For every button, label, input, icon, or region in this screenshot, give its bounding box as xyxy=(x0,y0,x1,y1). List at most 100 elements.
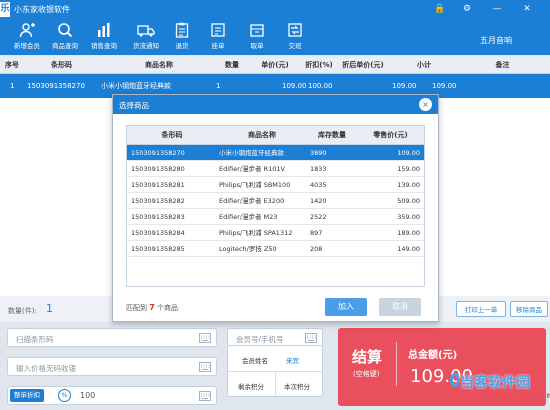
column-header: 条形码 xyxy=(161,131,183,139)
cell-barcode: 1503091358270 xyxy=(27,82,85,90)
member-info-panel: 会员姓名 来宾 剩余积分 本次积分 xyxy=(227,345,323,397)
cell-price: 159.00 xyxy=(397,165,420,173)
column-header: 零售价(元) xyxy=(373,131,408,139)
product-row[interactable]: 1503091358283 Edifier/漫步者 M23 2522 359.0… xyxy=(127,209,424,225)
cell-price: 359.00 xyxy=(397,213,420,221)
toolbar-shift-handover[interactable]: 交班 xyxy=(276,21,314,53)
cell-name: Philips/飞利浦 SBM100 xyxy=(219,181,291,189)
manual-price-input[interactable]: 输入价格无码收银 xyxy=(7,357,217,376)
close-button[interactable]: ✕ xyxy=(520,3,534,15)
toolbar-label: 取单 xyxy=(250,42,264,50)
app-logo-icon: 乐 xyxy=(0,2,10,17)
product-row[interactable]: 1503091358281 Philips/飞利浦 SBM100 4035 13… xyxy=(127,177,424,193)
column-header: 商品名称 xyxy=(145,61,173,69)
cell-stock: 3890 xyxy=(310,149,327,157)
settings-icon[interactable]: ⚙ xyxy=(460,3,474,15)
product-row[interactable]: 1503091358282 Edifier/漫步者 E3200 1420 509… xyxy=(127,193,424,209)
member-name-label: 会员姓名 xyxy=(242,357,268,365)
product-row[interactable]: 1503091358280 Edifier/漫步者 R101V 1833 159… xyxy=(127,161,424,177)
keyboard-icon[interactable] xyxy=(199,391,211,401)
toolbar-label: 商品查询 xyxy=(52,42,78,50)
cell-barcode: 1503091358284 xyxy=(131,229,185,237)
column-header: 库存数量 xyxy=(318,131,346,139)
cell-name: Edifier/漫步者 M23 xyxy=(219,213,278,221)
toolbar-hold-order[interactable]: 挂单 xyxy=(199,21,237,53)
close-icon[interactable]: × xyxy=(419,98,432,111)
add-button[interactable]: 加入 xyxy=(325,298,367,316)
divider xyxy=(275,372,276,396)
cell-price: 149.00 xyxy=(397,245,420,253)
toolbar-retrieve-order[interactable]: 取单 xyxy=(238,21,276,53)
watermark-url: www.downkr.com xyxy=(476,391,550,400)
cell-index: 1 xyxy=(10,82,15,90)
remove-item-button[interactable]: 移除商品 xyxy=(510,301,548,317)
column-header: 商品名称 xyxy=(248,131,276,139)
manual-price-placeholder: 输入价格无码收银 xyxy=(16,364,76,373)
toolbar: 新增会员 商品查询 销售查询 货流通知 退货 挂单 取单 交班 五月音响 xyxy=(0,19,550,55)
cell-stock: 1833 xyxy=(310,165,327,173)
toolbar-label: 退货 xyxy=(175,42,189,50)
match-count-text: 匹配到 7 个商品 xyxy=(126,303,178,313)
handover-icon xyxy=(288,23,302,37)
watermark-logo-icon xyxy=(450,373,460,387)
cell-barcode: 1503091358270 xyxy=(131,149,185,157)
cell-barcode: 1503091358281 xyxy=(131,181,185,189)
truck-icon xyxy=(137,25,155,37)
keyboard-icon[interactable] xyxy=(199,362,211,372)
dialog-header: 选择商品 × xyxy=(113,95,438,114)
total-amount-label: 总金额(元) xyxy=(408,350,458,361)
product-row[interactable]: 1503091358284 Philips/飞利浦 SPA1312 897 18… xyxy=(127,225,424,241)
column-header: 条形码 xyxy=(51,61,72,69)
barcode-scan-placeholder: 扫描条形码 xyxy=(16,335,54,344)
column-header: 小计 xyxy=(417,61,431,69)
toolbar-return-goods[interactable]: 退货 xyxy=(163,21,201,53)
current-points-label: 本次积分 xyxy=(284,383,310,391)
cell-stock: 2522 xyxy=(310,213,327,221)
checkout-label: 结算 xyxy=(352,348,383,366)
product-row[interactable]: 1503091358270 小米小钢炮蓝牙经典款 3890 109.00 xyxy=(127,145,424,161)
app-title: 小东家收银软件 xyxy=(14,5,70,14)
toolbar-stock-transfer[interactable]: 货流通知 xyxy=(127,21,165,53)
clipboard-icon xyxy=(175,22,189,38)
cell-barcode: 1503091358280 xyxy=(131,165,185,173)
barcode-scan-input[interactable]: 扫描条形码 xyxy=(7,328,217,347)
toolbar-label: 新增会员 xyxy=(14,42,40,50)
lock-icon[interactable]: 🔒 xyxy=(433,3,447,15)
toolbar-add-member[interactable]: 新增会员 xyxy=(8,21,46,53)
keyboard-icon[interactable] xyxy=(305,333,317,343)
cell-name: Edifier/漫步者 E3200 xyxy=(219,197,285,205)
toolbar-sales-query[interactable]: 销售查询 xyxy=(85,21,123,53)
toolbar-label: 交班 xyxy=(288,42,302,50)
cell-price: 189.00 xyxy=(397,229,420,237)
cell-price: 509.00 xyxy=(397,197,420,205)
column-header: 折扣(%) xyxy=(305,61,333,69)
match-suffix: 个商品 xyxy=(157,304,179,312)
cell-name: Edifier/漫步者 R101V xyxy=(219,165,285,173)
divider xyxy=(396,342,397,386)
toolbar-product-query[interactable]: 商品查询 xyxy=(46,21,84,53)
toolbar-label: 货流通知 xyxy=(133,42,159,50)
product-row[interactable]: 1503091358285 Logitech/罗技 Z50 208 149.00 xyxy=(127,241,424,257)
select-product-dialog: 选择商品 × 条形码 商品名称 库存数量 零售价(元) 150309135827… xyxy=(112,94,439,322)
toolbar-label: 销售查询 xyxy=(91,42,117,50)
product-table-header: 条形码 商品名称 库存数量 零售价(元) xyxy=(127,126,424,145)
cancel-button[interactable]: 取消 xyxy=(379,298,421,316)
column-header: 数量 xyxy=(225,61,239,69)
match-count: 7 xyxy=(149,303,155,312)
print-last-order-button[interactable]: 打印上一单 xyxy=(456,301,506,317)
cell-barcode: 1503091358285 xyxy=(131,245,185,253)
column-header: 单价(元) xyxy=(261,61,289,69)
cell-stock: 1420 xyxy=(310,197,327,205)
cell-stock: 208 xyxy=(310,245,323,253)
column-header: 折后单价(元) xyxy=(342,61,384,69)
bar-chart-icon xyxy=(98,23,110,37)
cell-barcode: 1503091358283 xyxy=(131,213,185,221)
whole-order-discount-field[interactable]: 整单折扣 % 100 xyxy=(7,386,217,405)
sales-grid-header: 序号 条形码 商品名称 数量 单价(元) 折扣(%) 折后单价(元) 小计 备注 xyxy=(0,56,550,74)
minimize-button[interactable]: — xyxy=(490,3,504,15)
store-name: 五月音响 xyxy=(480,36,512,45)
cell-barcode: 1503091358282 xyxy=(131,197,185,205)
watermark: 当客软件园 www.downkr.com xyxy=(450,368,550,406)
checkout-shortcut: (空格键) xyxy=(353,370,380,378)
keyboard-icon[interactable] xyxy=(199,333,211,343)
